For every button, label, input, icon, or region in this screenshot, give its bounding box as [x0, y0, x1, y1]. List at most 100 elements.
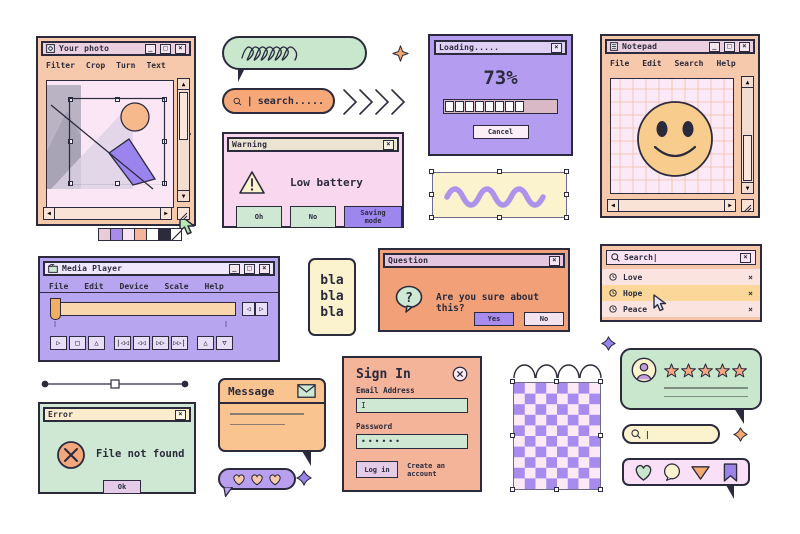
- notepad-canvas[interactable]: [610, 78, 734, 194]
- notepad-window[interactable]: Notepad _ □ × File Edit Search Help ▲ ▼ …: [600, 34, 760, 218]
- volume-up-button[interactable]: △: [197, 336, 214, 350]
- star-icon[interactable]: [664, 362, 679, 378]
- close-button[interactable]: ×: [383, 139, 394, 150]
- question-button-no[interactable]: No: [524, 312, 564, 326]
- scroll-thumb[interactable]: [743, 135, 752, 181]
- history-remove-button[interactable]: ×: [748, 273, 753, 282]
- maximize-button[interactable]: □: [724, 41, 735, 52]
- selection-handle[interactable]: [510, 433, 515, 438]
- star-icon[interactable]: [715, 362, 730, 378]
- loading-titlebar[interactable]: Loading..... ×: [434, 40, 567, 55]
- search-input[interactable]: Search| ×: [606, 250, 756, 265]
- warning-button-saving-mode[interactable]: Saving mode: [344, 206, 402, 228]
- close-icon[interactable]: [452, 366, 468, 382]
- squiggle-speech-bubble[interactable]: [222, 36, 367, 82]
- star-rating[interactable]: [664, 362, 747, 378]
- search-history-item[interactable]: Hope ×: [602, 285, 760, 301]
- swatch-none[interactable]: [170, 228, 182, 241]
- menu-text[interactable]: Text: [146, 61, 165, 70]
- warning-button-no[interactable]: No: [290, 206, 336, 228]
- media-next-button[interactable]: ▷: [255, 302, 268, 316]
- minimize-button[interactable]: _: [145, 43, 156, 54]
- sign-in-form[interactable]: Sign In Email Address I Password •••••• …: [342, 356, 482, 492]
- warning-dialog[interactable]: Warning × Low battery Oh No Saving mode: [222, 132, 404, 228]
- star-icon[interactable]: [698, 362, 713, 378]
- selection-handle[interactable]: [598, 379, 603, 384]
- selection-handle[interactable]: [564, 169, 569, 174]
- selection-handle[interactable]: [564, 192, 569, 197]
- path-slider[interactable]: [40, 376, 190, 392]
- scroll-right-arrow[interactable]: ▶: [160, 208, 171, 219]
- close-button[interactable]: ×: [549, 255, 560, 266]
- swatch[interactable]: [110, 228, 122, 241]
- menu-search[interactable]: Search: [675, 59, 704, 68]
- menu-device[interactable]: Device: [120, 282, 149, 291]
- scroll-up-arrow[interactable]: ▲: [178, 79, 189, 90]
- envelope-icon[interactable]: [297, 384, 316, 398]
- menu-help[interactable]: Help: [205, 282, 224, 291]
- horizontal-scrollbar[interactable]: ◀ ▶: [43, 207, 172, 220]
- question-titlebar[interactable]: Question ×: [383, 253, 565, 268]
- media-prev-button[interactable]: ◁: [242, 302, 255, 316]
- slider-endpoint[interactable]: [181, 380, 189, 388]
- menu-scale[interactable]: Scale: [164, 282, 188, 291]
- close-button[interactable]: ×: [551, 42, 562, 53]
- scroll-down-arrow[interactable]: ▼: [178, 190, 189, 201]
- menu-file[interactable]: File: [610, 59, 629, 68]
- search-clear-button[interactable]: ×: [740, 252, 751, 263]
- media-transport-controls[interactable]: ▷ □ △ |◁◁ ◁◁ ▷▷ ▷▷| △ ▽: [50, 336, 233, 350]
- scroll-left-arrow[interactable]: ◀: [608, 200, 619, 211]
- menu-crop[interactable]: Crop: [86, 61, 105, 70]
- menu-file[interactable]: File: [49, 282, 68, 291]
- star-icon[interactable]: [681, 362, 696, 378]
- error-titlebar[interactable]: Error ×: [43, 407, 191, 422]
- social-actions-bubble[interactable]: [622, 458, 750, 499]
- history-remove-button[interactable]: ×: [748, 289, 753, 298]
- search-history-item[interactable]: Love ×: [602, 269, 760, 285]
- vertical-scrollbar[interactable]: ▲ ▼: [177, 78, 190, 202]
- comment-icon[interactable]: [663, 463, 681, 481]
- slider-handle[interactable]: [110, 379, 120, 389]
- eject-button[interactable]: △: [88, 336, 105, 350]
- photo-editor-titlebar[interactable]: Your photo _ □ ×: [41, 41, 191, 56]
- media-player-window[interactable]: Media Player _ □ × File Edit Device Scal…: [38, 256, 280, 362]
- review-bubble[interactable]: [620, 348, 762, 424]
- resize-grip[interactable]: [177, 207, 190, 220]
- star-icon[interactable]: [732, 362, 747, 378]
- media-seek-thumb[interactable]: [50, 298, 61, 320]
- swatch[interactable]: [122, 228, 134, 241]
- bla-speech-bubble[interactable]: bla bla bla: [308, 258, 356, 336]
- selection-handle[interactable]: [497, 215, 502, 220]
- heart-icon[interactable]: [634, 464, 653, 481]
- selection-handle[interactable]: [429, 192, 434, 197]
- menu-filter[interactable]: Filter: [46, 61, 75, 70]
- media-player-titlebar[interactable]: Media Player _ □ ×: [43, 261, 275, 276]
- send-icon[interactable]: [691, 464, 710, 481]
- create-account-link[interactable]: Create an account: [407, 462, 468, 478]
- search-pill[interactable]: | search.....: [222, 88, 335, 114]
- history-remove-button[interactable]: ×: [748, 305, 753, 314]
- error-dialog[interactable]: Error × File not found Ok: [38, 402, 196, 494]
- close-button[interactable]: ×: [259, 263, 270, 274]
- menu-edit[interactable]: Edit: [642, 59, 661, 68]
- warning-titlebar[interactable]: Warning ×: [227, 137, 399, 152]
- selection-handle[interactable]: [429, 169, 434, 174]
- minimize-button[interactable]: _: [709, 41, 720, 52]
- swatch[interactable]: [98, 228, 110, 241]
- search-history-item[interactable]: Peace ×: [602, 301, 760, 317]
- rewind-button[interactable]: ◁◁: [133, 336, 150, 350]
- scroll-right-arrow[interactable]: ▶: [724, 200, 735, 211]
- swatch[interactable]: [158, 228, 170, 241]
- volume-down-button[interactable]: ▽: [216, 336, 233, 350]
- small-search-bubble[interactable]: |: [622, 424, 720, 444]
- menu-help[interactable]: Help: [716, 59, 735, 68]
- stop-button[interactable]: □: [69, 336, 86, 350]
- selection-handle[interactable]: [510, 487, 515, 492]
- next-track-button[interactable]: ▷▷|: [171, 336, 188, 350]
- swatch[interactable]: [134, 228, 146, 241]
- media-seek-track[interactable]: [50, 298, 236, 320]
- message-bubble[interactable]: Message: [218, 378, 326, 466]
- cancel-button[interactable]: Cancel: [472, 125, 529, 139]
- search-list-panel[interactable]: Search| × Love × Hope × Peace ×: [600, 244, 762, 322]
- loading-dialog[interactable]: Loading..... × 73% Cancel: [428, 34, 573, 156]
